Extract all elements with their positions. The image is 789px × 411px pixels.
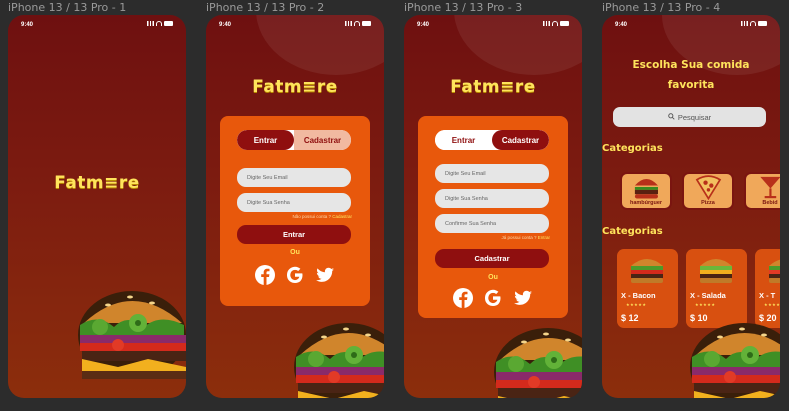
frame-label: iPhone 13 / 13 Pro - 4 (602, 1, 721, 14)
product-name: X - T (759, 291, 776, 300)
status-time: 9:40 (417, 22, 430, 28)
category-burger[interactable]: hambúrguer (620, 172, 672, 210)
category-drinks[interactable]: Bebid (744, 172, 780, 210)
wifi-icon (354, 21, 360, 26)
frame-label: iPhone 13 / 13 Pro - 1 (8, 1, 127, 14)
status-icons (741, 21, 767, 26)
or-divider: Ou (488, 274, 498, 281)
battery-icon (758, 21, 767, 26)
register-button[interactable]: Cadastrar (435, 249, 549, 268)
status-time: 9:40 (21, 22, 34, 28)
tab-login[interactable]: Entrar (435, 130, 492, 150)
tab-login[interactable]: Entrar (237, 130, 294, 150)
login-button[interactable]: Entrar (237, 225, 351, 244)
battery-icon (362, 21, 371, 26)
product-name: X - Bacon (621, 291, 656, 300)
login-card: Entrar Cadastrar Digite Seu Email Digite… (220, 116, 370, 306)
frame-label: iPhone 13 / 13 Pro - 2 (206, 1, 325, 14)
product-name: X - Salada (690, 291, 726, 300)
brand-logo: Fatm≡re (54, 173, 140, 193)
no-account-hint: Não possui conta ? Cadastrar (292, 214, 352, 219)
product-image (769, 259, 780, 283)
frame-label: iPhone 13 / 13 Pro - 3 (404, 1, 523, 14)
status-icons (147, 21, 173, 26)
product-card[interactable]: X - Bacon ★★★★★ $ 12 (617, 249, 678, 328)
category-label: Bebid (762, 200, 778, 206)
has-account-text: Já possui conta ? (501, 235, 537, 240)
twitter-icon[interactable] (512, 287, 534, 309)
product-price: $ 12 (621, 313, 639, 323)
products-heading: Categorias (602, 226, 663, 237)
product-image (700, 259, 732, 283)
category-label: Pizza (701, 200, 715, 206)
burger-image (494, 328, 582, 398)
email-field[interactable]: Digite Seu Email (435, 164, 549, 183)
product-image (631, 259, 663, 283)
register-card: Entrar Cadastrar Digite Seu Email Digite… (418, 116, 568, 318)
social-login (220, 264, 370, 286)
brand-logo: Fatm≡re (252, 77, 338, 97)
product-rating: ★★★★★ (626, 302, 647, 307)
title-line-1: Escolha Sua comida (632, 59, 750, 71)
search-input[interactable]: Pesquisar (613, 107, 766, 127)
product-rating: ★★★★★ (695, 302, 716, 307)
wifi-icon (750, 21, 756, 26)
no-account-text: Não possui conta ? (292, 214, 331, 219)
wifi-icon (552, 21, 558, 26)
wifi-icon (156, 21, 162, 26)
social-login (418, 287, 568, 309)
phone-login: 9:40 Fatm≡re Entrar Cadastrar Digite Seu… (206, 15, 384, 398)
page-title: Escolha Sua comida favorita (602, 55, 780, 95)
signal-icon (147, 21, 154, 26)
pizza-icon (695, 175, 721, 200)
login-link[interactable]: Entrar (538, 235, 550, 240)
battery-icon (560, 21, 569, 26)
battery-icon (164, 21, 173, 26)
facebook-icon[interactable] (452, 287, 474, 309)
burger-image (78, 291, 186, 379)
google-icon[interactable] (482, 287, 504, 309)
has-account-hint: Já possui conta ? Entrar (501, 235, 550, 240)
auth-toggle: Entrar Cadastrar (237, 130, 351, 150)
phone-splash: 9:40 Fatm≡re (8, 15, 186, 398)
facebook-icon[interactable] (254, 264, 276, 286)
brand-logo: Fatm≡re (450, 77, 536, 97)
auth-toggle: Entrar Cadastrar (435, 130, 549, 150)
signal-icon (345, 21, 352, 26)
search-placeholder: Pesquisar (677, 112, 712, 122)
register-link[interactable]: Cadastrar (332, 214, 352, 219)
search-icon (668, 112, 675, 122)
cocktail-icon (759, 176, 780, 199)
or-divider: Ou (290, 249, 300, 256)
status-icons (543, 21, 569, 26)
phone-home: 9:40 Escolha Sua comida favorita Pesquis… (602, 15, 780, 398)
burger-image (690, 323, 780, 398)
twitter-icon[interactable] (314, 264, 336, 286)
title-line-2: favorita (667, 79, 715, 91)
status-time: 9:40 (219, 22, 232, 28)
category-label: hambúrguer (629, 200, 663, 206)
google-icon[interactable] (284, 264, 306, 286)
tab-register[interactable]: Cadastrar (492, 130, 549, 150)
category-pizza[interactable]: Pizza (682, 172, 734, 210)
signal-icon (543, 21, 550, 26)
signal-icon (741, 21, 748, 26)
password-field[interactable]: Digite Sua Senha (435, 189, 549, 208)
password-field[interactable]: Digite Sua Senha (237, 193, 351, 212)
status-time: 9:40 (615, 22, 628, 28)
product-rating: ★★★★★ (764, 302, 780, 307)
confirm-password-field[interactable]: Confirme Sua Senha (435, 214, 549, 233)
tab-register[interactable]: Cadastrar (294, 130, 351, 150)
email-field[interactable]: Digite Seu Email (237, 168, 351, 187)
burger-image (294, 323, 384, 398)
categories-heading: Categorias (602, 143, 663, 154)
burger-icon (634, 179, 658, 199)
status-icons (345, 21, 371, 26)
phone-register: 9:40 Fatm≡re Entrar Cadastrar Digite Seu… (404, 15, 582, 398)
